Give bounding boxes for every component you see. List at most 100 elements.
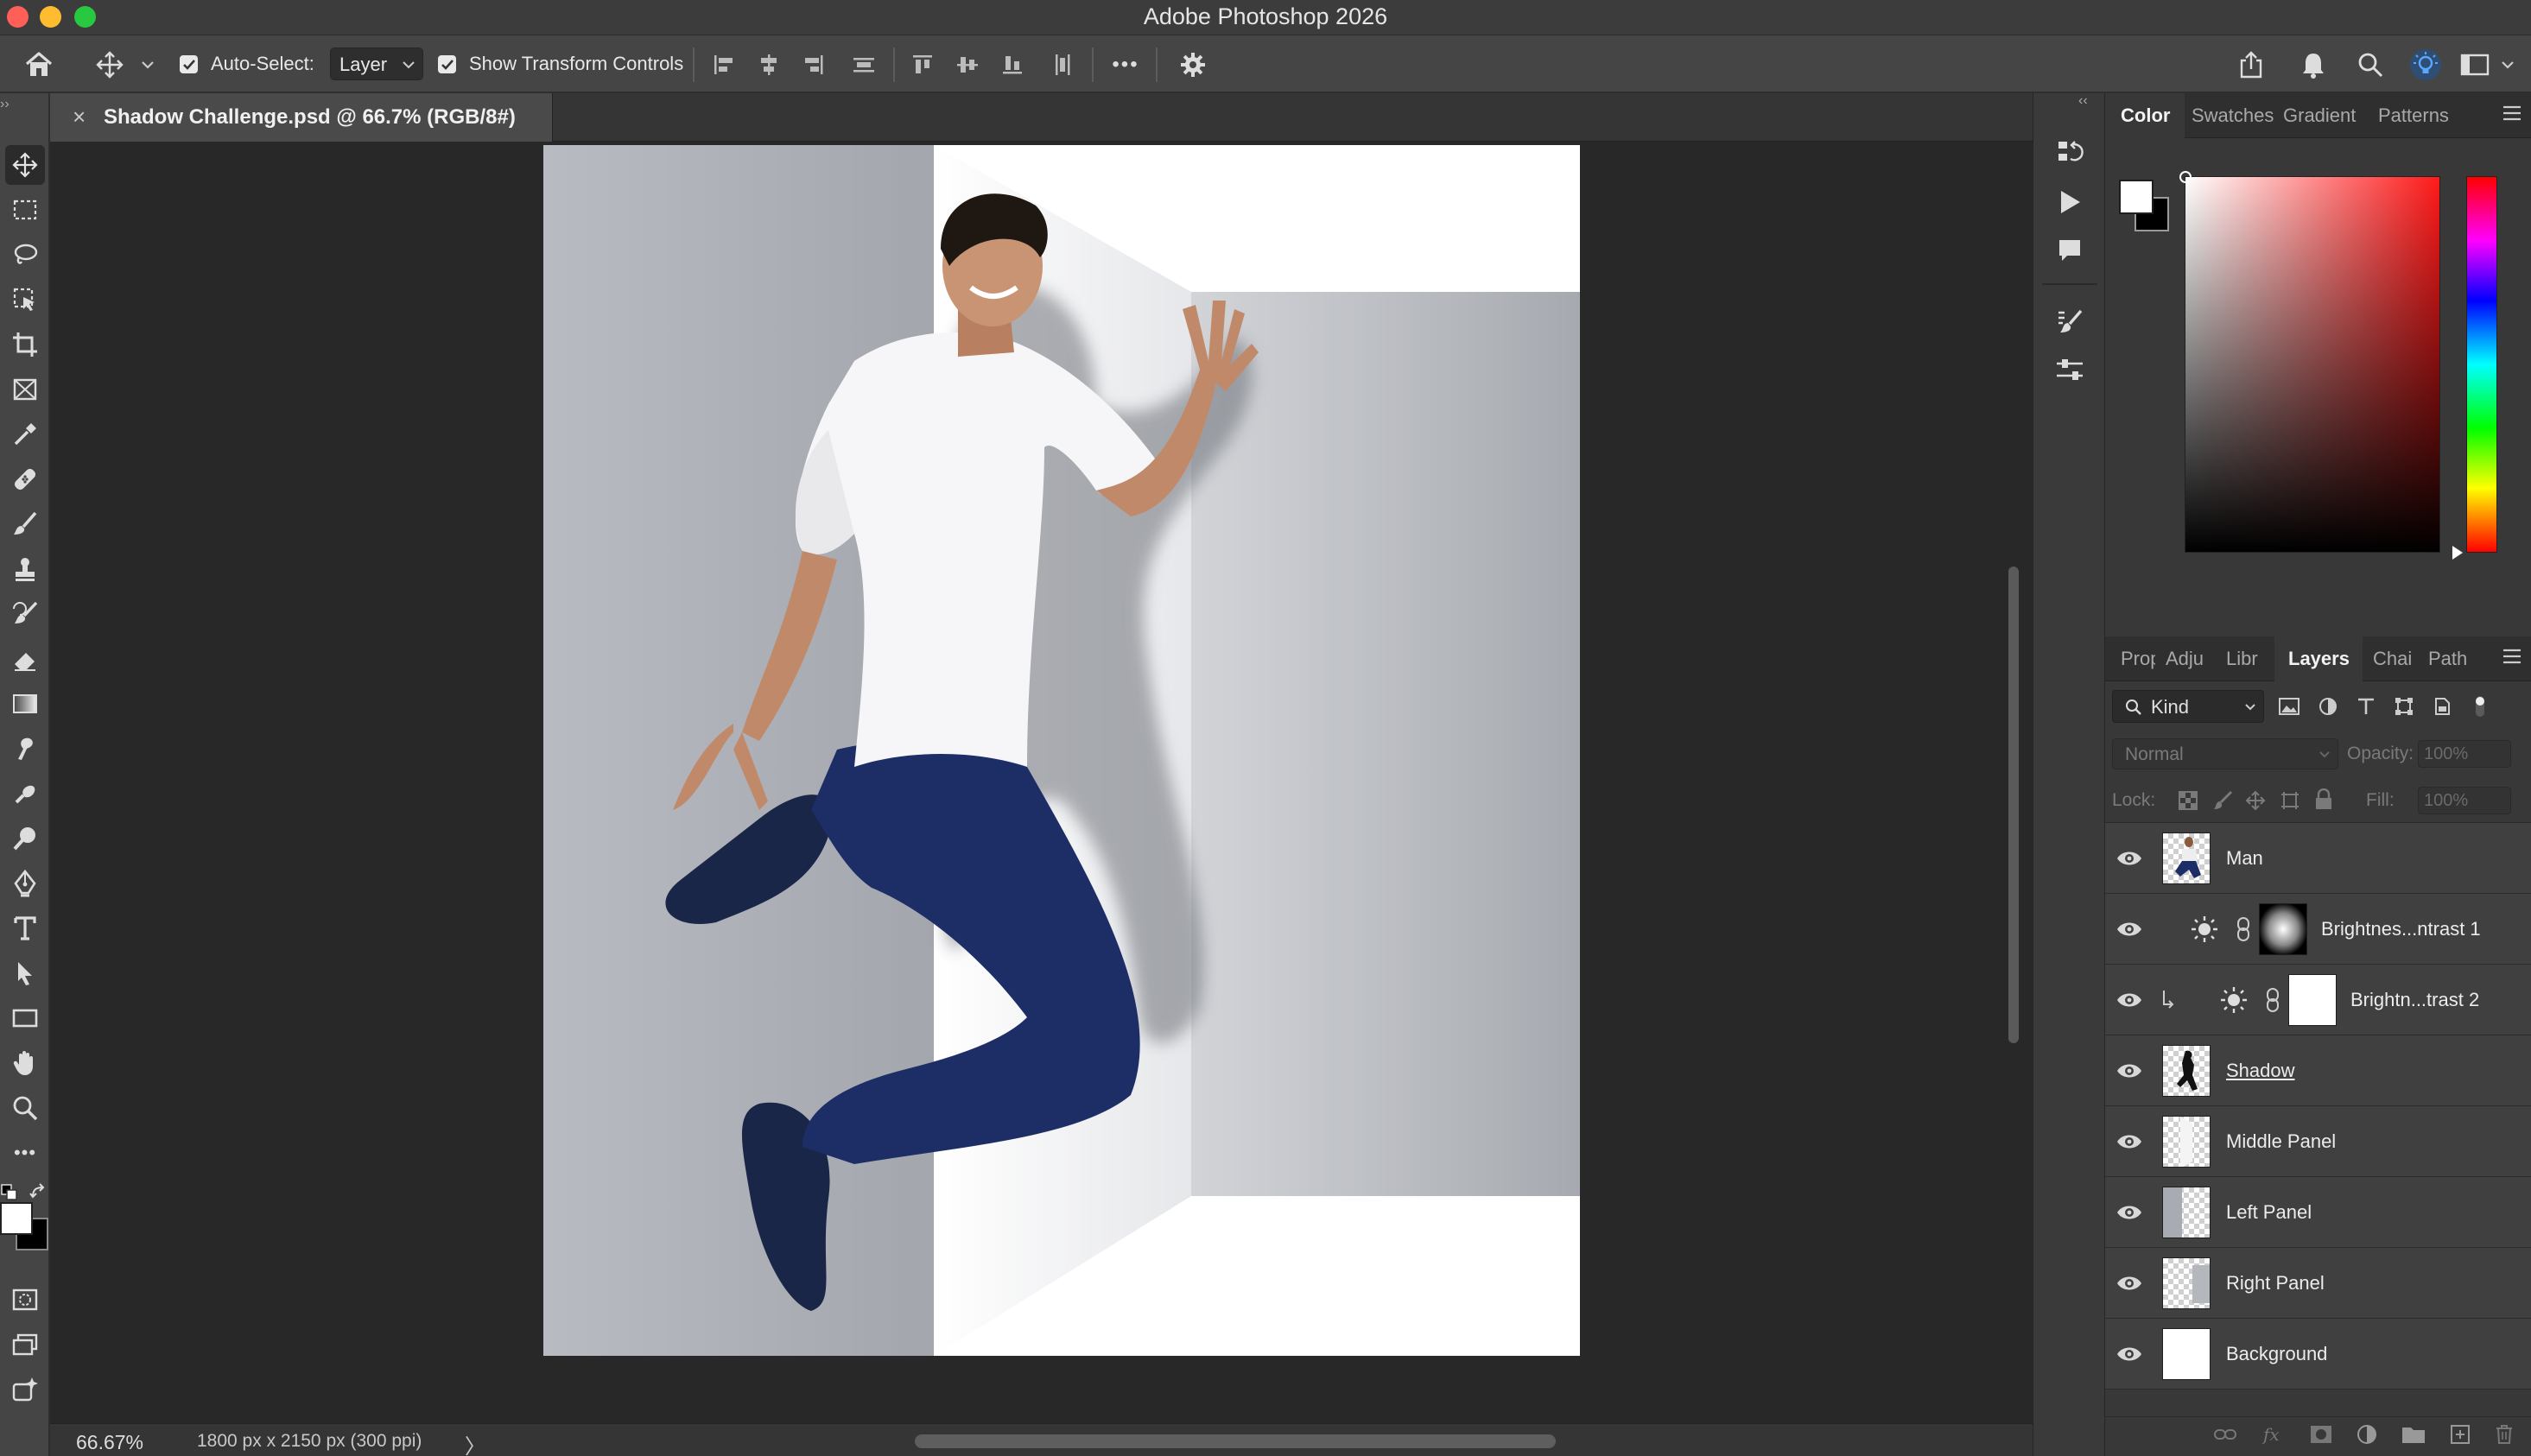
layer-mask-thumbnail[interactable]	[2288, 974, 2337, 1026]
tab-adjustments[interactable]: Adju	[2166, 636, 2211, 681]
blend-mode-dropdown[interactable]: Normal	[2112, 738, 2338, 769]
layer-name[interactable]: Man	[2226, 847, 2263, 870]
layer-name[interactable]: Brightnes...ntrast 1	[2321, 918, 2481, 940]
share-icon[interactable]	[2230, 35, 2272, 93]
marquee-tool-icon[interactable]	[5, 190, 45, 230]
brush-tool-icon[interactable]	[5, 504, 45, 544]
filter-shape-layers-icon[interactable]	[2394, 696, 2414, 717]
eraser-tool-icon[interactable]	[5, 639, 45, 679]
expand-panels-icon[interactable]: ‹‹	[2078, 93, 2088, 109]
default-colors-icon[interactable]	[0, 1183, 19, 1202]
lock-all-icon[interactable]	[2314, 788, 2333, 811]
move-tool-icon[interactable]	[90, 35, 130, 93]
workspace-chevron-down-icon[interactable]	[2495, 35, 2521, 93]
swap-colors-icon[interactable]	[29, 1183, 48, 1202]
gradient-tool-icon[interactable]	[5, 684, 45, 724]
layer-row-shadow[interactable]: Shadow	[2105, 1035, 2531, 1106]
layer-effects-fx-icon[interactable]: fx	[2261, 1424, 2286, 1445]
document-tab[interactable]: × Shadow Challenge.psd @ 66.7% (RGB/8#)	[50, 93, 553, 142]
mask-link-icon[interactable]	[2235, 916, 2252, 942]
foreground-color-swatch[interactable]	[2119, 180, 2154, 214]
tab-paths[interactable]: Path	[2428, 636, 2477, 681]
burn-tool-icon[interactable]	[5, 774, 45, 813]
mask-link-icon[interactable]	[2264, 987, 2281, 1013]
gear-icon[interactable]	[1173, 35, 1213, 93]
opacity-field[interactable]: 100%	[2418, 740, 2511, 768]
panel-menu-icon[interactable]	[2502, 647, 2522, 670]
discover-lightbulb-icon[interactable]	[2405, 35, 2446, 93]
align-bottom-edges-icon[interactable]	[995, 35, 1030, 93]
layer-name[interactable]: Middle Panel	[2226, 1130, 2336, 1153]
filter-adjustment-layers-icon[interactable]	[2318, 696, 2338, 717]
bell-icon[interactable]	[2293, 35, 2334, 93]
filter-pixel-layers-icon[interactable]	[2278, 696, 2300, 717]
distribute-horizontal-icon[interactable]	[1045, 35, 1080, 93]
panel-menu-icon[interactable]	[2502, 104, 2522, 127]
hue-slider-handle[interactable]	[2452, 546, 2463, 560]
workspace-icon[interactable]	[2455, 35, 2495, 93]
layer-name[interactable]: Left Panel	[2226, 1201, 2312, 1224]
frame-tool-icon[interactable]	[5, 370, 45, 409]
layer-kind-filter-dropdown[interactable]: Kind	[2112, 690, 2264, 723]
smudge-tool-icon[interactable]	[5, 729, 45, 769]
layer-row-man[interactable]: Man	[2105, 823, 2531, 894]
layer-name[interactable]: Background	[2226, 1343, 2327, 1365]
hue-slider[interactable]	[2466, 176, 2497, 553]
new-adjustment-layer-icon[interactable]	[2357, 1424, 2377, 1445]
healing-brush-tool-icon[interactable]	[5, 459, 45, 499]
adjustment-sliders-icon[interactable]	[2051, 351, 2089, 389]
tab-layers[interactable]: Layers	[2274, 636, 2363, 681]
pen-tool-icon[interactable]	[5, 864, 45, 903]
horizontal-scrollbar[interactable]	[915, 1434, 1556, 1448]
rectangle-tool-icon[interactable]	[5, 998, 45, 1038]
lock-artboard-icon[interactable]	[2280, 790, 2300, 811]
eyedropper-tool-icon[interactable]	[5, 415, 45, 454]
filter-smart-objects-icon[interactable]	[2432, 696, 2452, 717]
filter-toggle-icon[interactable]	[2470, 694, 2490, 719]
brightness-adjustment-icon[interactable]	[2190, 915, 2219, 944]
collapse-toolbar-icon[interactable]: ››	[0, 97, 10, 112]
quick-mask-icon[interactable]	[5, 1280, 45, 1320]
color-field[interactable]	[2179, 171, 2440, 553]
zoom-level[interactable]: 66.67%	[76, 1431, 143, 1454]
add-mask-icon[interactable]	[2310, 1425, 2332, 1444]
show-transform-controls-checkbox[interactable]	[438, 55, 456, 73]
path-selection-tool-icon[interactable]	[5, 953, 45, 993]
clone-stamp-tool-icon[interactable]	[5, 549, 45, 589]
align-vertical-centers-icon[interactable]	[950, 35, 985, 93]
align-left-edges-icon[interactable]	[707, 35, 741, 93]
new-layer-icon[interactable]	[2450, 1424, 2471, 1445]
align-top-edges-icon[interactable]	[905, 35, 940, 93]
tab-libraries[interactable]: Libr	[2226, 636, 2269, 681]
tab-patterns[interactable]: Patterns	[2378, 93, 2464, 138]
dodge-tool-icon[interactable]	[5, 819, 45, 858]
trash-icon[interactable]	[2495, 1424, 2514, 1445]
color-picker-handle[interactable]	[2179, 171, 2192, 183]
layer-row-background[interactable]: Background	[2105, 1319, 2531, 1390]
layer-name[interactable]: Right Panel	[2226, 1272, 2325, 1295]
layer-row-middle-panel[interactable]: Middle Panel	[2105, 1106, 2531, 1177]
object-selection-tool-icon[interactable]	[5, 280, 45, 320]
fill-field[interactable]: 100%	[2418, 787, 2511, 814]
brightness-adjustment-icon[interactable]	[2219, 985, 2249, 1015]
actions-play-icon[interactable]	[2051, 183, 2089, 221]
history-brush-tool-icon[interactable]	[5, 594, 45, 634]
brush-settings-icon[interactable]	[2051, 302, 2089, 340]
tab-swatches[interactable]: Swatches	[2192, 93, 2276, 138]
canvas[interactable]	[543, 145, 1580, 1356]
lock-image-pixels-icon[interactable]	[2212, 790, 2233, 811]
type-tool-icon[interactable]	[5, 908, 45, 948]
history-icon[interactable]	[2051, 133, 2089, 171]
comments-icon[interactable]	[2051, 231, 2089, 269]
hand-tool-icon[interactable]	[5, 1043, 45, 1083]
tab-gradient[interactable]: Gradient	[2283, 93, 2369, 138]
zoom-tool-icon[interactable]	[5, 1088, 45, 1128]
distribute-vertical-icon[interactable]	[847, 35, 881, 93]
layer-row-left-panel[interactable]: Left Panel	[2105, 1177, 2531, 1248]
crop-tool-icon[interactable]	[5, 325, 45, 364]
layer-row-brightness-contrast-2[interactable]: Brightn...trast 2	[2105, 965, 2531, 1035]
layer-row-right-panel[interactable]: Right Panel	[2105, 1248, 2531, 1319]
edit-toolbar-icon[interactable]: •••	[5, 1133, 45, 1173]
move-tool-icon[interactable]	[5, 145, 45, 185]
tab-color[interactable]: Color	[2105, 93, 2185, 138]
